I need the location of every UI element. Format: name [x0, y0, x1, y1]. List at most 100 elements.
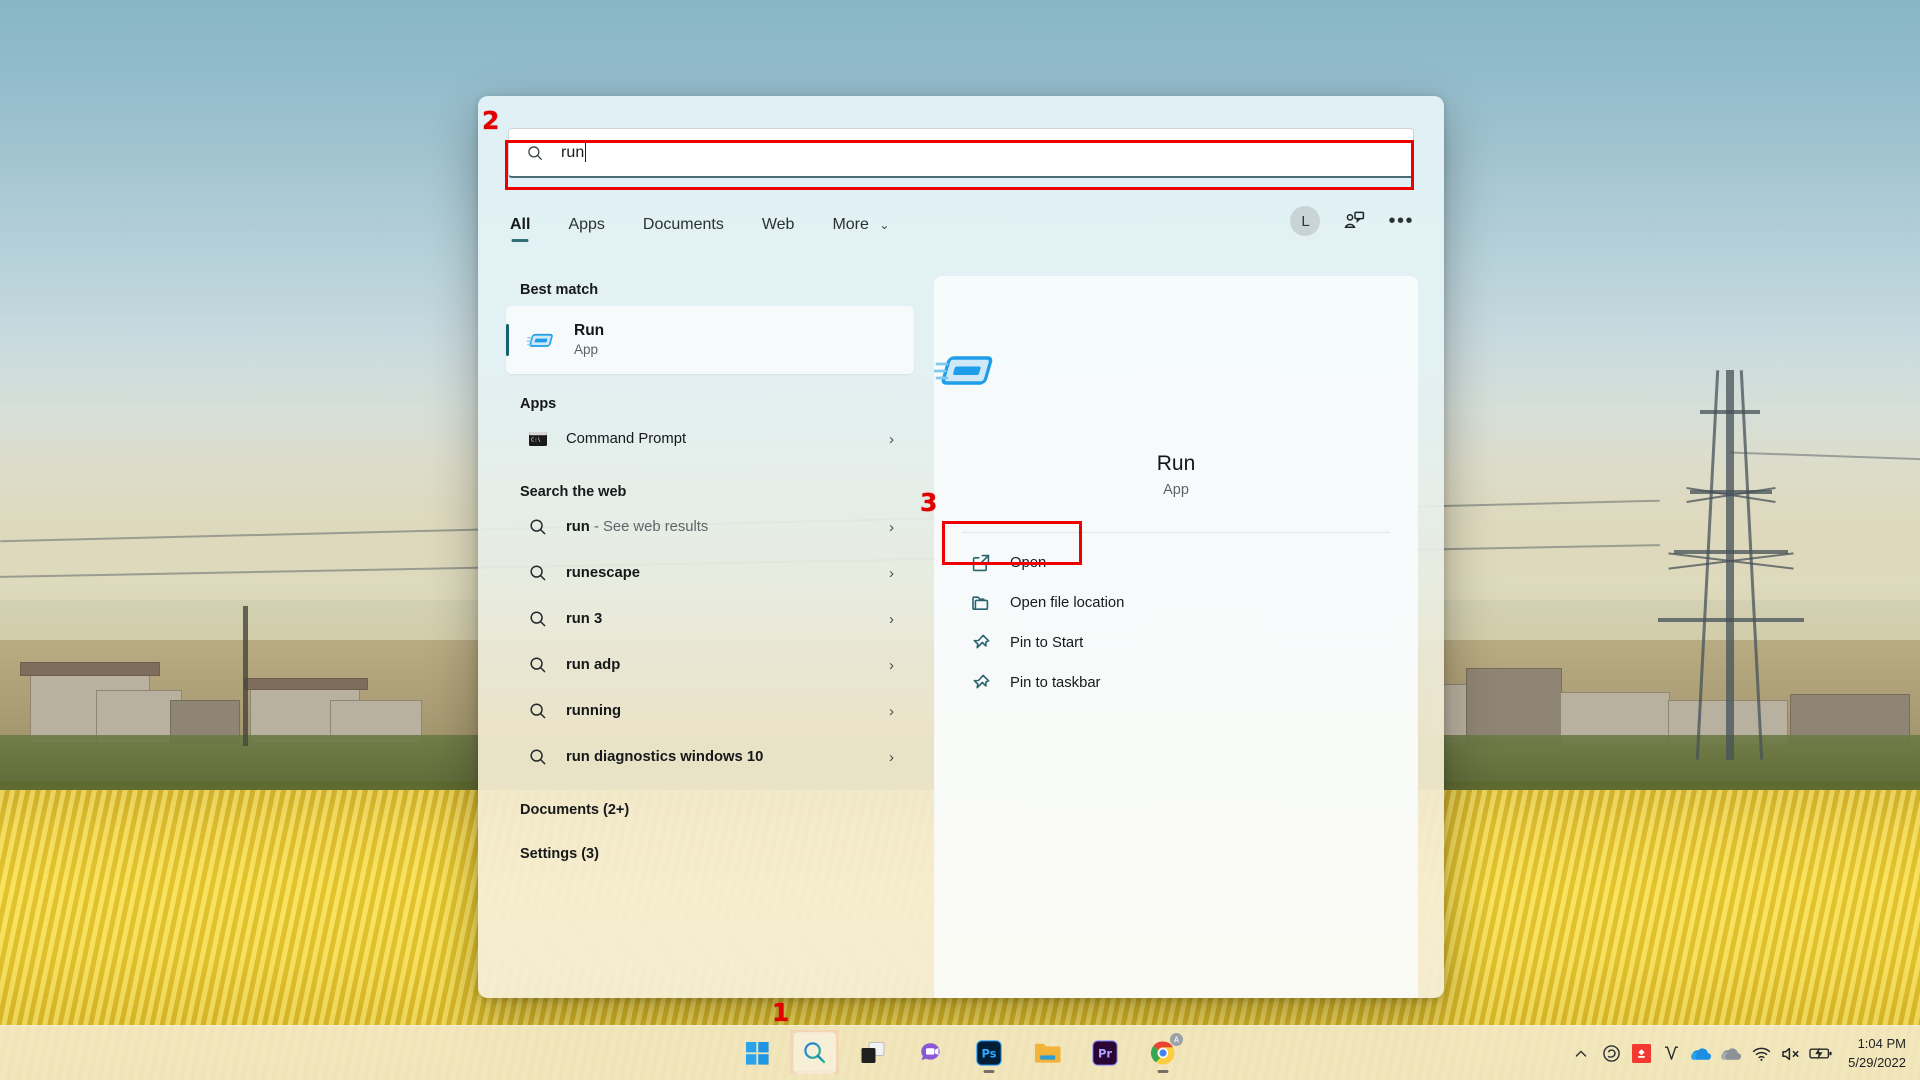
show-hidden-icons-icon[interactable] — [1566, 1026, 1596, 1080]
tab-label: Web — [761, 216, 795, 233]
taskbar-premiere-button[interactable]: Pr — [1084, 1032, 1126, 1074]
search-icon — [528, 609, 548, 629]
search-icon — [528, 563, 548, 583]
best-match-heading: Best match — [520, 282, 599, 298]
documents-heading[interactable]: Documents (2+) — [520, 802, 914, 818]
pin-icon — [970, 672, 992, 694]
web-suggestion-item[interactable]: runescape › — [506, 550, 914, 596]
wallpaper-utility-pole — [243, 606, 248, 746]
web-suggestion-label: run adp — [566, 657, 621, 673]
taskbar-chrome-button[interactable]: A — [1142, 1032, 1184, 1074]
avatar[interactable]: L — [1290, 206, 1321, 236]
onedrive-work-icon[interactable] — [1716, 1026, 1746, 1080]
chevron-right-icon: › — [889, 656, 894, 674]
search-icon — [528, 701, 548, 721]
ellipsis-icon[interactable]: ••• — [1388, 211, 1414, 231]
command-prompt-icon: C:\ — [528, 429, 548, 449]
chevron-right-icon: › — [889, 610, 894, 628]
search-web-heading: Search the web — [520, 484, 627, 500]
taskbar-start-button[interactable] — [736, 1032, 778, 1074]
web-suggestion-label: run - See web results — [566, 519, 709, 535]
tab-more[interactable]: More ⌄ — [828, 214, 893, 244]
open-external-icon — [970, 552, 992, 574]
running-indicator — [1157, 1070, 1169, 1073]
taskbar-search-button[interactable] — [794, 1032, 836, 1074]
taskbar-chat-button[interactable] — [910, 1032, 952, 1074]
web-suggestion-item[interactable]: run diagnostics windows 10 › — [506, 734, 914, 780]
creative-cloud-icon[interactable] — [1596, 1026, 1626, 1080]
tab-all[interactable]: All — [506, 214, 534, 244]
avatar-initial: L — [1301, 212, 1310, 230]
svg-text:A: A — [1174, 1036, 1180, 1045]
best-match-title: Run — [574, 322, 605, 340]
taskbar-file-explorer-button[interactable] — [1026, 1032, 1068, 1074]
search-header-actions: L ••• — [1290, 206, 1414, 236]
preview-action-label: Pin to Start — [1010, 635, 1084, 651]
result-item-command-prompt[interactable]: C:\ Command Prompt › — [506, 416, 914, 462]
search-icon — [528, 517, 548, 537]
apps-heading: Apps — [520, 396, 557, 412]
preview-app-type: App — [1163, 482, 1189, 498]
tab-label: More — [832, 216, 869, 233]
pin-to-start-action[interactable]: Pin to Start — [958, 623, 1394, 663]
taskbar-photoshop-button[interactable]: Ps — [968, 1032, 1010, 1074]
web-suggestion-item[interactable]: running › — [506, 688, 914, 734]
system-tray: 1:04 PM 5/29/2022 — [1566, 1026, 1920, 1080]
web-suggestion-label: run diagnostics windows 10 — [566, 749, 764, 765]
preview-action-label: Pin to taskbar — [1010, 675, 1101, 691]
volume-muted-icon[interactable] — [1776, 1026, 1806, 1080]
search-input[interactable]: run — [508, 128, 1414, 178]
web-suggestion-item[interactable]: run - See web results › — [506, 504, 914, 550]
web-suggestion-item[interactable]: run adp › — [506, 642, 914, 688]
folder-icon — [1034, 1043, 1061, 1063]
open-file-location-action[interactable]: Open file location — [958, 583, 1394, 623]
svg-text:Ps: Ps — [981, 1047, 996, 1061]
wifi-icon[interactable] — [1746, 1026, 1776, 1080]
chevron-right-icon: › — [889, 518, 894, 536]
vegas-icon[interactable] — [1656, 1026, 1686, 1080]
run-app-icon — [933, 356, 993, 385]
settings-heading[interactable]: Settings (3) — [520, 846, 914, 862]
search-icon — [528, 655, 548, 675]
tab-documents[interactable]: Documents — [639, 214, 728, 244]
chevron-down-icon: ⌄ — [879, 218, 890, 232]
web-suggestion-label: runescape — [566, 565, 641, 581]
wallpaper-building — [20, 662, 160, 676]
wallpaper-pylon — [1640, 370, 1820, 760]
clock-time: 1:04 PM — [1857, 1035, 1906, 1051]
battery-charging-icon[interactable] — [1806, 1026, 1836, 1080]
preview-actions-list: Open Open file location Pin to Start Pin… — [934, 543, 1418, 703]
search-filter-tabs: All Apps Documents Web More ⌄ — [506, 214, 893, 244]
folder-icon — [970, 592, 992, 614]
search-icon — [528, 747, 548, 767]
selection-indicator — [506, 324, 509, 356]
result-item-label: Command Prompt — [566, 431, 687, 447]
text-caret — [585, 143, 587, 162]
person-chat-icon[interactable] — [1342, 209, 1366, 233]
pin-to-taskbar-action[interactable]: Pin to taskbar — [958, 663, 1394, 703]
preview-action-label: Open file location — [1010, 595, 1125, 611]
run-app-icon — [526, 333, 553, 347]
premiere-icon: Pr — [1092, 1040, 1118, 1066]
wallpaper-building — [244, 678, 368, 690]
web-suggestion-label: run 3 — [566, 611, 603, 627]
web-suggestion-item[interactable]: run 3 › — [506, 596, 914, 642]
pin-icon — [970, 632, 992, 654]
tab-label: Apps — [568, 216, 605, 233]
best-match-result[interactable]: Run App — [506, 306, 914, 374]
avatar: A — [1170, 1033, 1183, 1046]
open-action[interactable]: Open — [958, 543, 1394, 583]
running-indicator — [983, 1070, 995, 1073]
search-icon — [528, 145, 542, 160]
tab-apps[interactable]: Apps — [564, 214, 608, 244]
taskbar-clock[interactable]: 1:04 PM 5/29/2022 — [1848, 1035, 1906, 1073]
taskbar-task-view-button[interactable] — [852, 1032, 894, 1074]
taskbar-items: Ps Pr A — [736, 1032, 1184, 1074]
search-input-row[interactable]: run — [508, 128, 1414, 178]
tab-web[interactable]: Web — [758, 214, 799, 244]
onedrive-personal-icon[interactable] — [1686, 1026, 1716, 1080]
red-app-icon[interactable] — [1626, 1026, 1656, 1080]
